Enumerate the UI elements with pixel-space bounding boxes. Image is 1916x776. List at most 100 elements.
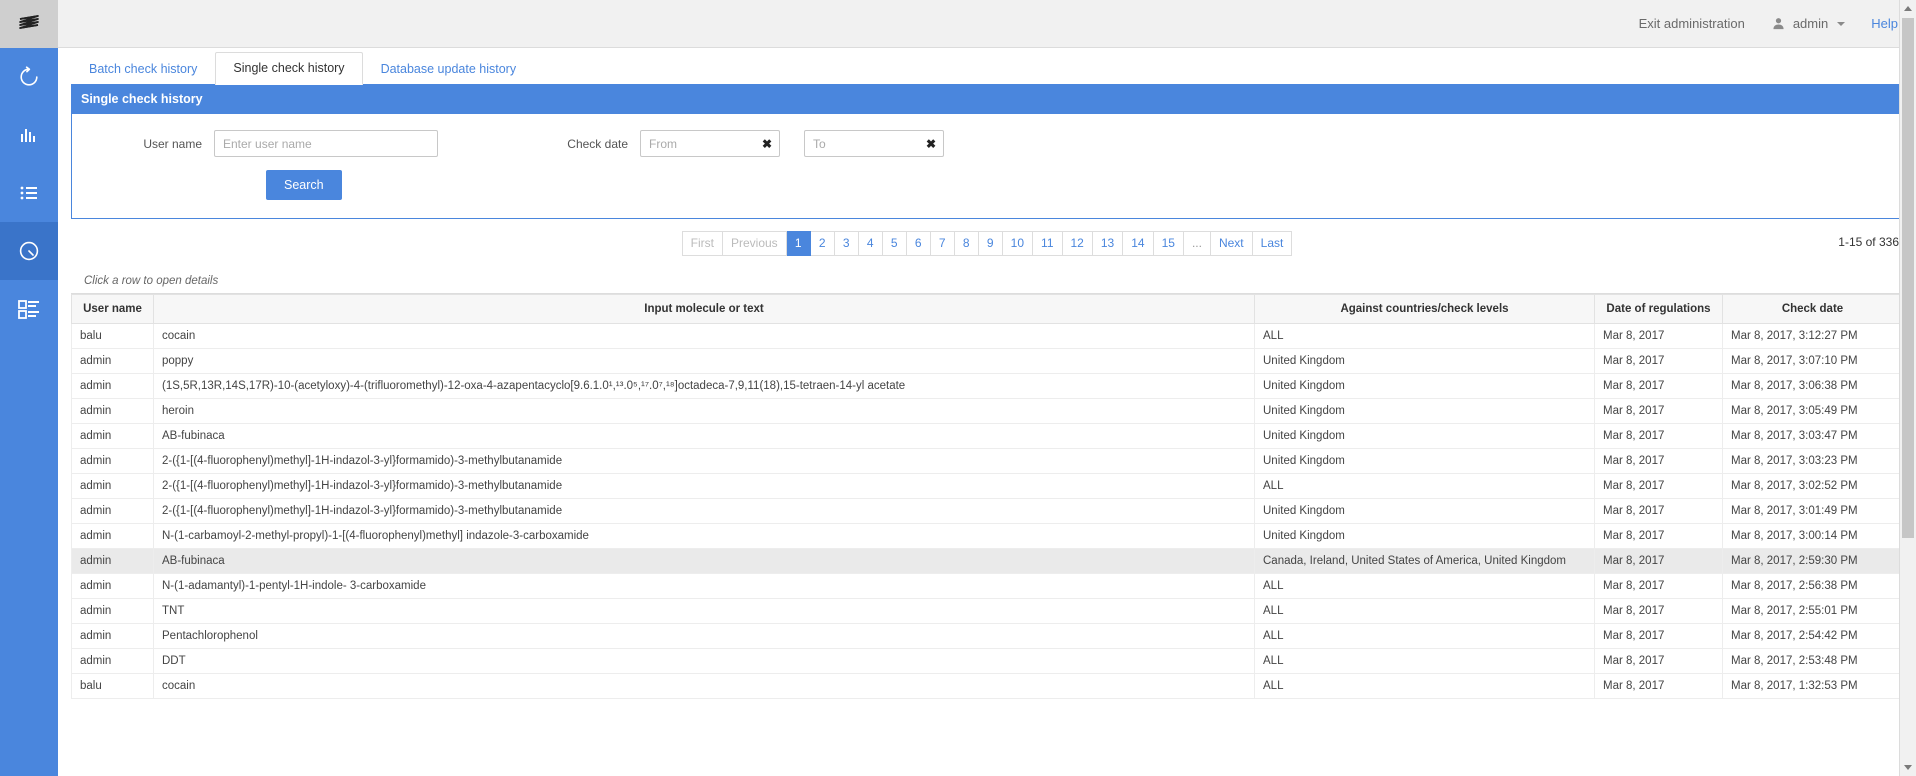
cell-user-name: balu xyxy=(71,673,154,699)
date-from-clear-icon[interactable]: ✖ xyxy=(762,138,772,150)
sidebar-item-statistics[interactable] xyxy=(0,106,58,164)
table-row[interactable]: admin TNT ALL Mar 8, 2017 Mar 8, 2017, 2:55:… xyxy=(71,598,1903,624)
date-from-input[interactable] xyxy=(640,130,780,157)
exit-administration-link[interactable]: Exit administration xyxy=(1639,16,1745,31)
app-logo[interactable] xyxy=(0,0,58,48)
main-area: Exit administration admin Help Batch che… xyxy=(58,0,1916,776)
sidebar-item-refresh[interactable] xyxy=(0,48,58,106)
pagination-page-13[interactable]: 13 xyxy=(1092,231,1124,256)
pagination-page-6[interactable]: 6 xyxy=(906,231,931,256)
column-countries[interactable]: Against countries/check levels xyxy=(1254,294,1595,324)
pagination-page-9[interactable]: 9 xyxy=(978,231,1003,256)
pagination-page-4[interactable]: 4 xyxy=(858,231,883,256)
cell-user-name: admin xyxy=(71,648,154,674)
cell-date-regulations: Mar 8, 2017 xyxy=(1594,623,1723,649)
cell-check-date: Mar 8, 2017, 3:06:38 PM xyxy=(1722,373,1903,399)
table-row[interactable]: admin heroin United Kingdom Mar 8, 2017 Mar … xyxy=(71,398,1903,424)
user-name-input[interactable] xyxy=(214,130,438,157)
column-check-date[interactable]: Check date xyxy=(1722,294,1903,324)
table-row[interactable]: admin DDT ALL Mar 8, 2017 Mar 8, 2017, 2:53:… xyxy=(71,648,1903,674)
cell-check-date: Mar 8, 2017, 2:53:48 PM xyxy=(1722,648,1903,674)
pagination-ellipsis: ... xyxy=(1183,231,1211,256)
cell-input-molecule: heroin xyxy=(153,398,1255,424)
table-row[interactable]: admin 2-({1-[(4-fluorophenyl)methyl]-1H-i… xyxy=(71,448,1903,474)
cell-user-name: admin xyxy=(71,498,154,524)
table-row[interactable]: balu cocain ALL Mar 8, 2017 Mar 8, 2017, 3:1… xyxy=(71,323,1903,349)
user-name-label: User name xyxy=(143,136,202,151)
cell-user-name: admin xyxy=(71,523,154,549)
table-row[interactable]: admin AB-fubinaca United Kingdom Mar 8, 201… xyxy=(71,423,1903,449)
sidebar xyxy=(0,0,58,776)
cell-user-name: admin xyxy=(71,348,154,374)
cell-user-name: admin xyxy=(71,573,154,599)
sidebar-item-history[interactable] xyxy=(0,222,58,280)
table-row[interactable]: admin poppy United Kingdom Mar 8, 2017 Mar 8… xyxy=(71,348,1903,374)
pagination-last[interactable]: Last xyxy=(1252,231,1293,256)
scroll-down-arrow-icon xyxy=(1904,765,1912,770)
date-to-clear-icon[interactable]: ✖ xyxy=(926,138,936,150)
column-date-regulations[interactable]: Date of regulations xyxy=(1594,294,1723,324)
refresh-circle-icon xyxy=(20,66,38,86)
cell-countries: United Kingdom xyxy=(1254,523,1595,549)
cell-check-date: Mar 8, 2017, 2:59:30 PM xyxy=(1722,548,1903,574)
cell-countries: United Kingdom xyxy=(1254,348,1595,374)
date-to-input[interactable] xyxy=(804,130,944,157)
table-header: User name Input molecule or text Against… xyxy=(71,294,1903,324)
table-row[interactable]: admin Pentachlorophenol ALL Mar 8, 2017 Mar … xyxy=(71,623,1903,649)
cell-input-molecule: 2-({1-[(4-fluorophenyl)methyl]-1H-indazo… xyxy=(153,473,1255,499)
cell-input-molecule: (1S,5R,13R,14S,17R)-10-(acetyloxy)-4-(tr… xyxy=(153,373,1255,399)
date-to-wrapper: ✖ xyxy=(804,130,944,157)
table-body: balu cocain ALL Mar 8, 2017 Mar 8, 2017, 3:1… xyxy=(71,323,1903,699)
pagination-page-11[interactable]: 11 xyxy=(1033,231,1063,256)
pagination-next[interactable]: Next xyxy=(1210,231,1253,256)
pagination-page-3[interactable]: 3 xyxy=(834,231,859,256)
cell-input-molecule: 2-({1-[(4-fluorophenyl)methyl]-1H-indazo… xyxy=(153,498,1255,524)
pagination-previous[interactable]: Previous xyxy=(722,231,787,256)
scroll-down-button[interactable] xyxy=(1900,759,1916,776)
sidebar-item-list[interactable] xyxy=(0,164,58,222)
cell-date-regulations: Mar 8, 2017 xyxy=(1594,473,1723,499)
application-window: Exit administration admin Help Batch che… xyxy=(0,0,1916,776)
cell-check-date: Mar 8, 2017, 3:03:23 PM xyxy=(1722,448,1903,474)
tab-batch-check-history[interactable]: Batch check history xyxy=(71,53,215,85)
cell-check-date: Mar 8, 2017, 3:03:47 PM xyxy=(1722,423,1903,449)
sidebar-item-dashboard[interactable] xyxy=(0,280,58,338)
scrollbar-thumb[interactable] xyxy=(1902,18,1914,538)
table-row[interactable]: admin AB-fubinaca Canada, Ireland, United … xyxy=(71,548,1903,574)
user-avatar-icon xyxy=(1773,18,1784,30)
cell-check-date: Mar 8, 2017, 2:55:01 PM xyxy=(1722,598,1903,624)
scroll-up-button[interactable] xyxy=(1900,0,1916,17)
pagination-page-14[interactable]: 14 xyxy=(1123,231,1154,256)
list-icon xyxy=(20,186,37,200)
vertical-scrollbar[interactable] xyxy=(1899,0,1916,776)
cell-date-regulations: Mar 8, 2017 xyxy=(1594,448,1723,474)
search-button-row: Search xyxy=(72,157,1902,200)
table-row[interactable]: balu cocain ALL Mar 8, 2017 Mar 8, 2017, 1:3… xyxy=(71,673,1903,699)
tab-database-update-history[interactable]: Database update history xyxy=(363,53,535,85)
table-row[interactable]: admin 2-({1-[(4-fluorophenyl)methyl]-1H-i… xyxy=(71,498,1903,524)
pagination-page-8[interactable]: 8 xyxy=(954,231,979,256)
pagination-page-7[interactable]: 7 xyxy=(930,231,955,256)
help-link[interactable]: Help xyxy=(1871,16,1898,31)
user-menu[interactable]: admin xyxy=(1771,16,1846,31)
table-row[interactable]: admin N-(1-adamantyl)-1-pentyl-1H-indole-… xyxy=(71,573,1903,599)
cell-user-name: admin xyxy=(71,548,154,574)
column-user-name[interactable]: User name xyxy=(71,294,154,324)
cell-input-molecule: cocain xyxy=(153,673,1255,699)
search-panel: Single check history User name Check dat… xyxy=(71,84,1903,219)
result-count: 1-15 of 336 xyxy=(1838,235,1899,249)
table-row[interactable]: admin N-(1-carbamoyl-2-methyl-propyl)-1-[… xyxy=(71,523,1903,549)
pagination-page-10[interactable]: 10 xyxy=(1002,231,1034,256)
pagination-page-2[interactable]: 2 xyxy=(810,231,835,256)
pagination-page-5[interactable]: 5 xyxy=(882,231,907,256)
table-row[interactable]: admin 2-({1-[(4-fluorophenyl)methyl]-1H-i… xyxy=(71,473,1903,499)
cell-date-regulations: Mar 8, 2017 xyxy=(1594,523,1723,549)
pagination-page-15[interactable]: 15 xyxy=(1153,231,1184,256)
column-input-molecule[interactable]: Input molecule or text xyxy=(153,294,1255,324)
tab-single-check-history[interactable]: Single check history xyxy=(215,52,363,85)
search-button[interactable]: Search xyxy=(266,170,342,200)
table-row[interactable]: admin (1S,5R,13R,14S,17R)-10-(acetyloxy)-… xyxy=(71,373,1903,399)
pagination-page-12[interactable]: 12 xyxy=(1062,231,1093,256)
pagination-page-1[interactable]: 1 xyxy=(786,231,811,256)
pagination-first[interactable]: First xyxy=(681,231,723,256)
